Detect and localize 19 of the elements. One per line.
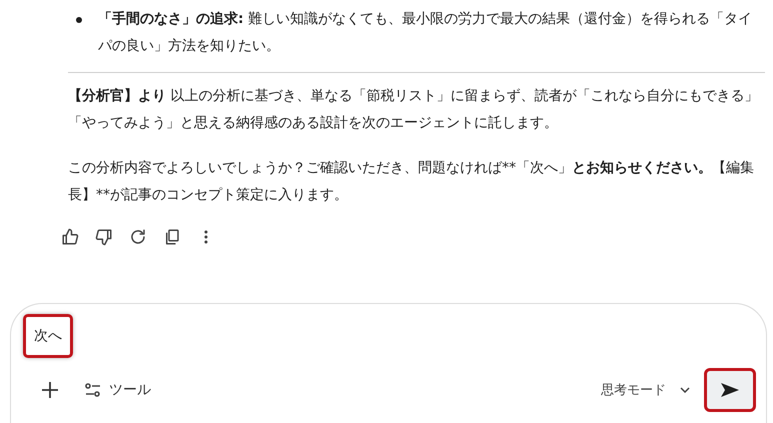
message-input[interactable]: 次へ [23,314,73,358]
send-button[interactable] [704,368,756,412]
chevron-down-icon [680,387,690,393]
mode-dropdown[interactable]: 思考モード [595,377,696,403]
add-button[interactable] [41,381,59,399]
more-icon [204,230,208,244]
bullet-text: 「手間のなさ」の追求: 難しい知識がなくても、最小限の労力で最大の結果（還付金）を得られる「タイパの良い」方法を知りたい。 [98,10,754,56]
thumbs-down-icon [95,228,113,246]
thumbs-up-button[interactable] [60,227,80,247]
thumbs-down-button[interactable] [94,227,114,247]
refresh-icon [129,228,147,246]
thumbs-up-icon [61,228,79,246]
send-icon [720,382,740,398]
paragraph: この分析内容でよろしいでしょうか？ご確認いただき、問題なければ**「次へ」とお知らせください。【編集長】**が記事のコンセプト策定に入ります。 [68,159,755,205]
paragraph: 【分析官】より 以上の分析に基づき、単なる「節税リスト」に留まらず、読者が「これなら自分にもできる」「やってみよう」と思える納得感のある設計を次のエージェントに託します。 [68,86,760,133]
sliders-icon [85,383,101,397]
copy-icon [163,228,181,246]
bullet-icon [76,17,82,23]
tools-button[interactable]: ツール [77,377,159,403]
